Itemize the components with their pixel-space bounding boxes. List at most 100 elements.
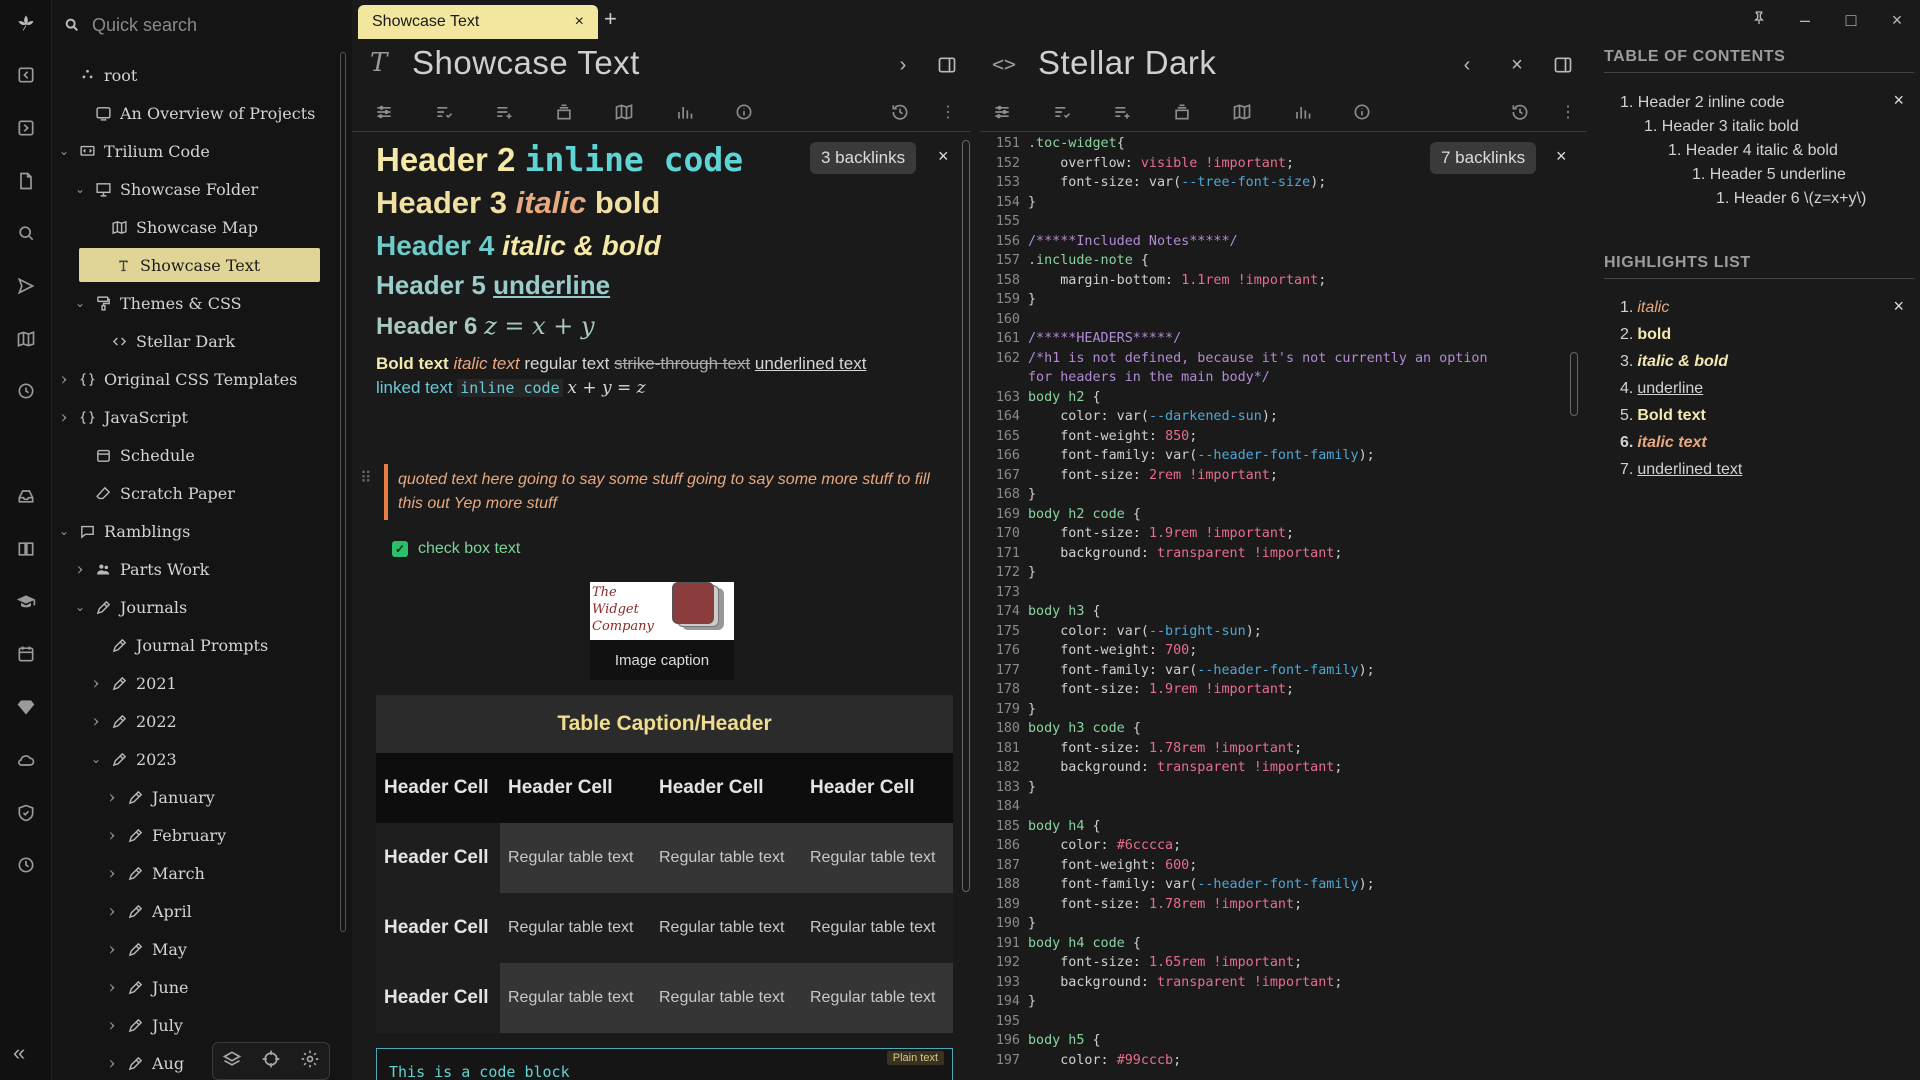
add-list-icon[interactable] — [492, 100, 516, 124]
tree-item-original-css-templates[interactable]: › Original CSS Templates — [56, 362, 297, 396]
tree-item-showcase-folder[interactable]: ⌄ Showcase Folder — [72, 172, 258, 206]
tree-scrollbar[interactable] — [340, 52, 346, 932]
code-scrollbar[interactable] — [1570, 352, 1578, 416]
toc-item[interactable]: 1. Header 5 underline — [1692, 166, 1846, 184]
chevron-down-icon[interactable]: ⌄ — [72, 600, 88, 614]
highlight-item[interactable]: 1. italic — [1620, 299, 1669, 317]
code-language-badge[interactable]: Plain text — [886, 1051, 944, 1065]
tree-item-schedule[interactable]: Schedule — [72, 438, 195, 472]
gear-icon[interactable] — [300, 1049, 320, 1074]
clock-icon[interactable] — [13, 852, 39, 878]
inbox-icon[interactable] — [13, 483, 39, 509]
maximize-button[interactable]: □ — [1828, 10, 1874, 31]
highlight-item[interactable]: 5. Bold text — [1620, 407, 1706, 425]
chevron-right-icon[interactable]: › — [88, 673, 104, 694]
recent-changes-icon[interactable] — [13, 378, 39, 404]
drag-handle-icon[interactable]: ⠿ — [360, 468, 372, 488]
search-icon[interactable] — [13, 220, 39, 246]
layers-icon[interactable] — [222, 1049, 242, 1074]
tree-item-parts-work[interactable]: › Parts Work — [72, 552, 209, 586]
chevron-right-icon[interactable]: › — [104, 1053, 120, 1074]
tree-item-javascript[interactable]: › JavaScript — [56, 400, 188, 434]
trilium-logo-icon[interactable] — [11, 8, 41, 38]
chevron-down-icon[interactable]: ⌄ — [72, 296, 88, 310]
history-icon[interactable] — [888, 100, 912, 124]
info-icon[interactable] — [732, 100, 756, 124]
forward-icon[interactable] — [13, 115, 39, 141]
quick-search-input[interactable] — [92, 14, 332, 36]
tree-item-february[interactable]: › February — [104, 818, 226, 852]
chevron-down-icon[interactable]: ⌄ — [56, 144, 72, 158]
calendar-icon[interactable] — [13, 641, 39, 667]
pin-icon[interactable] — [1736, 9, 1782, 32]
tree-item-2023[interactable]: ⌄ 2023 — [88, 742, 177, 776]
chevron-down-icon[interactable]: ⌄ — [56, 524, 72, 538]
tree-item-journals[interactable]: ⌄ Journals — [72, 590, 187, 624]
toggle-right-pane-icon[interactable] — [934, 52, 960, 78]
chevron-left-icon[interactable]: ‹ — [1454, 52, 1480, 78]
tree-item-an-overview-of-projects[interactable]: An Overview of Projects — [72, 96, 315, 130]
highlight-item[interactable]: 4. underline — [1620, 380, 1703, 398]
map-icon[interactable] — [1230, 100, 1254, 124]
widget-company-image[interactable]: The Widget Company — [590, 582, 734, 640]
tree-item-may[interactable]: › May — [104, 932, 187, 966]
close-window-button[interactable]: × — [1874, 10, 1920, 31]
chevron-right-icon[interactable]: › — [104, 825, 120, 846]
stack-icon[interactable] — [552, 100, 576, 124]
close-icon[interactable]: × — [938, 146, 949, 167]
chevron-right-icon[interactable]: › — [104, 787, 120, 808]
map-icon[interactable] — [612, 100, 636, 124]
note-title[interactable]: Stellar Dark — [1038, 44, 1216, 82]
chevron-right-icon[interactable]: › — [56, 369, 72, 390]
toc-item[interactable]: 1. Header 6 \(z=x+y\) — [1716, 190, 1866, 208]
tree-item-scratch-paper[interactable]: Scratch Paper — [72, 476, 235, 510]
shield-icon[interactable] — [13, 800, 39, 826]
toc-item[interactable]: 1. Header 4 italic & bold — [1668, 142, 1838, 160]
backlinks-badge[interactable]: 7 backlinks — [1430, 142, 1537, 174]
close-icon[interactable]: × — [575, 13, 584, 31]
tree-item-themes-css[interactable]: ⌄ Themes & CSS — [72, 286, 242, 320]
back-icon[interactable] — [13, 62, 39, 88]
add-list-icon[interactable] — [1110, 100, 1134, 124]
chart-icon[interactable] — [1290, 100, 1314, 124]
toc-item[interactable]: 1. Header 2 inline code — [1620, 94, 1785, 112]
tree-item-january[interactable]: › January — [104, 780, 214, 814]
code-editor[interactable]: 151 .toc-widget{152 overflow: visible !im… — [980, 132, 1592, 1080]
crosshair-icon[interactable] — [261, 1049, 281, 1074]
tree-item-trilium-code[interactable]: ⌄ Trilium Code — [56, 134, 210, 168]
new-note-icon[interactable] — [13, 168, 39, 194]
chevron-right-icon[interactable]: › — [104, 1015, 120, 1036]
note-map-icon[interactable] — [13, 326, 39, 352]
checklist-icon[interactable] — [1050, 100, 1074, 124]
close-icon[interactable]: × — [1893, 296, 1904, 317]
chevron-right-icon[interactable]: › — [104, 863, 120, 884]
tree-item-showcase-map[interactable]: Showcase Map — [88, 210, 258, 244]
chevron-right-icon[interactable]: › — [72, 559, 88, 580]
jump-to-note-icon[interactable] — [13, 273, 39, 299]
tree-item-june[interactable]: › June — [104, 970, 188, 1004]
note-scrollbar[interactable] — [962, 140, 970, 892]
book-icon[interactable] — [13, 536, 39, 562]
tree-item-root[interactable]: root — [56, 58, 137, 92]
toggle-right-pane-icon[interactable] — [1550, 52, 1576, 78]
checklist-icon[interactable] — [432, 100, 456, 124]
highlight-item[interactable]: 6. italic text — [1620, 434, 1707, 452]
chevron-right-icon[interactable]: › — [56, 407, 72, 428]
tab-showcase-text[interactable]: Showcase Text × — [358, 5, 598, 39]
chevron-down-icon[interactable]: ⌄ — [88, 752, 104, 766]
stack-icon[interactable] — [1170, 100, 1194, 124]
cloud-icon[interactable] — [13, 747, 39, 773]
tree-item-march[interactable]: › March — [104, 856, 204, 890]
tree-item-april[interactable]: › April — [104, 894, 191, 928]
sliders-icon[interactable] — [990, 100, 1014, 124]
tree-item-2021[interactable]: › 2021 — [88, 666, 176, 700]
close-icon[interactable]: × — [1556, 146, 1567, 167]
collapse-sidebar-icon[interactable]: « — [13, 1040, 25, 1066]
close-pane-icon[interactable]: × — [1504, 52, 1530, 78]
minimize-button[interactable]: – — [1782, 10, 1828, 31]
chevron-right-icon[interactable]: › — [88, 711, 104, 732]
new-tab-button[interactable]: + — [604, 6, 617, 32]
info-icon[interactable] — [1350, 100, 1374, 124]
chart-icon[interactable] — [672, 100, 696, 124]
highlight-item[interactable]: 3. italic & bold — [1620, 353, 1728, 371]
